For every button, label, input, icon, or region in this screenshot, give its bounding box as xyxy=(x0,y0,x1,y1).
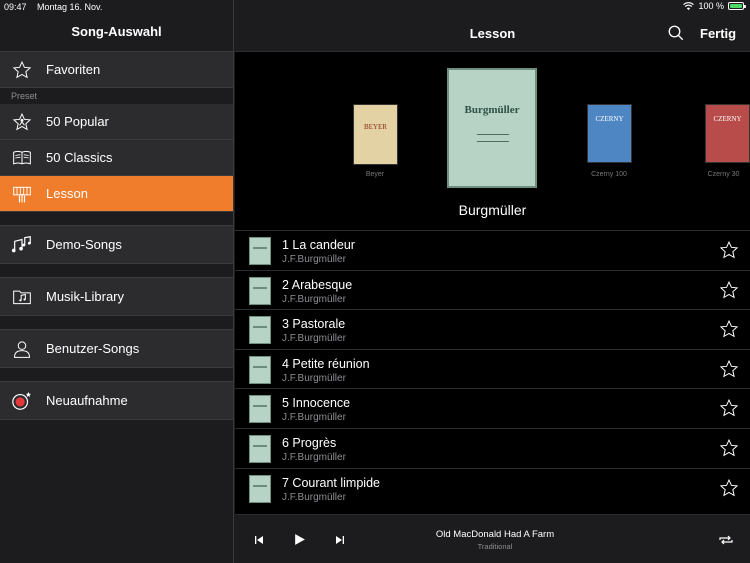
record-icon xyxy=(10,389,34,413)
folder-music-icon xyxy=(10,285,34,309)
song-thumbnail xyxy=(249,474,271,503)
book-cover-text: CZERNY xyxy=(595,115,624,123)
status-bar: 09:47 Montag 16. Nov. 100 % xyxy=(0,0,750,14)
battery-percent: 100 % xyxy=(698,1,724,11)
song-title: 1 La candeur xyxy=(282,238,355,252)
list-item[interactable]: 4 Petite réunion J.F.Burgmüller xyxy=(235,348,750,389)
separator xyxy=(0,212,233,226)
favorite-star-icon[interactable] xyxy=(719,319,739,339)
separator xyxy=(0,264,233,278)
done-button[interactable]: Fertig xyxy=(700,26,736,41)
sidebar-item-demo-songs[interactable]: Demo-Songs xyxy=(0,226,233,264)
sidebar-item-benutzer-songs[interactable]: Benutzer-Songs xyxy=(0,330,233,368)
sidebar-item-label: Benutzer-Songs xyxy=(46,341,140,356)
section-label-preset: Preset xyxy=(0,88,233,104)
sidebar-item-neuaufnahme[interactable]: Neuaufnahme xyxy=(0,382,233,420)
song-thumbnail xyxy=(249,355,271,384)
sidebar-item-label: 50 Popular xyxy=(46,114,109,129)
main-panel: Lesson Fertig BEYER Beyer Burgmüller CZE… xyxy=(235,0,750,563)
song-composer: J.F.Burgmüller xyxy=(282,333,346,345)
battery-icon xyxy=(728,2,746,10)
search-icon[interactable] xyxy=(667,24,685,42)
sidebar-item-favorites[interactable]: Favoriten xyxy=(0,52,233,88)
song-thumbnail xyxy=(249,316,271,345)
player-bar: Old MacDonald Had A Farm Traditional xyxy=(235,514,750,563)
sidebar-item-label: Favoriten xyxy=(46,62,101,77)
song-composer: J.F.Burgmüller xyxy=(282,254,346,265)
song-title: 3 Pastorale xyxy=(282,317,346,332)
now-playing-title: Old MacDonald Had A Farm xyxy=(435,529,555,540)
song-composer: J.F.Burgmüller xyxy=(282,451,346,463)
song-composer: J.F.Burgmüller xyxy=(282,372,346,384)
status-time: 09:47 xyxy=(4,2,27,12)
sidebar-item-lesson[interactable]: Lesson xyxy=(0,176,233,212)
favorite-star-icon[interactable] xyxy=(719,240,739,260)
separator xyxy=(0,316,233,330)
separator xyxy=(0,368,233,382)
song-title: 6 Progrès xyxy=(282,435,337,450)
status-right: 100 % xyxy=(683,1,746,11)
song-title: 4 Petite réunion xyxy=(282,356,370,371)
book-icon xyxy=(10,146,34,170)
sidebar-item-50-popular[interactable]: 50 Popular xyxy=(0,104,233,140)
favorite-star-icon[interactable] xyxy=(719,438,739,458)
book-cover-text: BEYER xyxy=(364,123,387,131)
song-thumbnail xyxy=(249,395,271,424)
song-composer: J.F.Burgmüller xyxy=(282,293,346,305)
song-list: 1 La candeur J.F.Burgmüller 2 Arabesque … xyxy=(235,230,750,513)
song-title: 7 Courant limpide xyxy=(282,475,380,490)
song-thumbnail xyxy=(249,237,271,265)
book-burgmueller[interactable]: Burgmüller xyxy=(447,68,537,188)
previous-icon[interactable] xyxy=(253,534,265,546)
list-item[interactable]: 5 Innocence J.F.Burgmüller xyxy=(235,388,750,428)
music-notes-icon xyxy=(10,233,34,257)
status-date: Montag 16. Nov. xyxy=(37,2,103,12)
song-composer: J.F.Burgmüller xyxy=(282,412,346,424)
featured-book-title: Burgmüller xyxy=(458,202,527,218)
sidebar-item-label: Musik-Library xyxy=(46,289,125,304)
sidebar-item-label: Neuaufnahme xyxy=(46,393,128,408)
book-label-beyer: Beyer xyxy=(365,171,385,178)
hand-icon xyxy=(10,182,34,206)
favorite-star-icon[interactable] xyxy=(719,478,739,498)
cover-ornament xyxy=(477,134,509,142)
sidebar-item-label: 50 Classics xyxy=(46,150,113,165)
sidebar: Song-Auswahl Favoriten Preset 50 Popular… xyxy=(0,0,234,563)
book-czerny-30[interactable]: CZERNY xyxy=(705,104,750,163)
sidebar-item-label: Demo-Songs xyxy=(46,237,122,252)
star-person-icon xyxy=(10,110,34,134)
list-item[interactable]: 1 La candeur J.F.Burgmüller xyxy=(235,230,750,270)
favorite-star-icon[interactable] xyxy=(719,280,739,300)
sidebar-item-50-classics[interactable]: 50 Classics xyxy=(0,140,233,176)
sidebar-item-musik-library[interactable]: Musik-Library xyxy=(0,278,233,316)
song-thumbnail xyxy=(249,434,271,463)
star-icon xyxy=(10,58,34,82)
user-icon xyxy=(10,337,34,361)
book-czerny-100[interactable]: CZERNY xyxy=(587,104,632,163)
book-cover-text: Burgmüller xyxy=(464,104,520,116)
play-icon[interactable] xyxy=(293,533,306,546)
list-item[interactable]: 3 Pastorale J.F.Burgmüller xyxy=(235,309,750,349)
repeat-icon[interactable] xyxy=(718,534,734,546)
book-beyer[interactable]: BEYER xyxy=(353,104,398,165)
song-title: 2 Arabesque xyxy=(282,277,353,292)
wifi-icon xyxy=(683,1,695,10)
song-title: 5 Innocence xyxy=(282,396,351,411)
now-playing-subtitle: Traditional xyxy=(477,542,513,551)
book-cover-text: CZERNY xyxy=(713,115,742,123)
list-item[interactable]: 6 Progrès J.F.Burgmüller xyxy=(235,427,750,468)
sidebar-item-label: Lesson xyxy=(46,186,88,201)
favorite-star-icon[interactable] xyxy=(719,359,739,379)
next-icon[interactable] xyxy=(334,534,346,546)
list-item[interactable]: 7 Courant limpide J.F.Burgmüller xyxy=(235,467,750,508)
book-label-czerny-30: Czerny 30 xyxy=(707,171,740,178)
favorite-star-icon[interactable] xyxy=(719,398,739,418)
song-composer: J.F.Burgmüller xyxy=(282,491,346,503)
song-thumbnail xyxy=(249,276,271,305)
book-label-czerny-100: Czerny 100 xyxy=(591,171,627,178)
list-item[interactable]: 2 Arabesque J.F.Burgmüller xyxy=(235,269,750,310)
